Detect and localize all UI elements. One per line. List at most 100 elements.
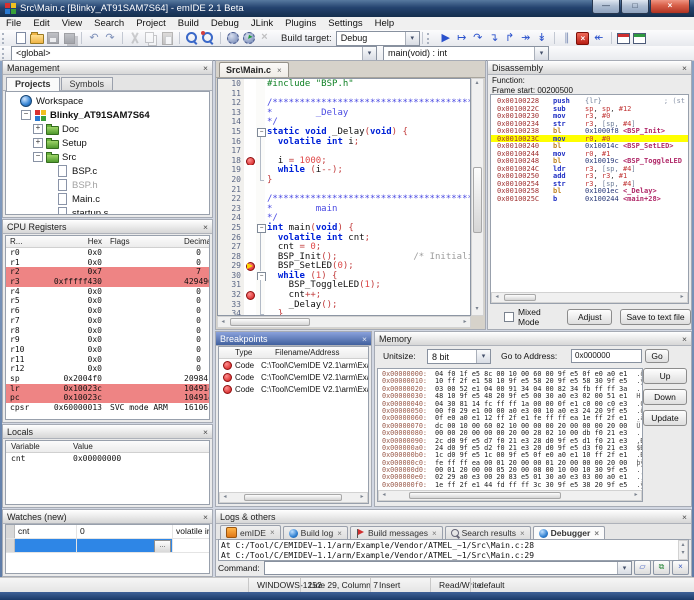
find-icon[interactable] bbox=[184, 31, 200, 45]
close-button[interactable]: × bbox=[650, 0, 690, 14]
memory-row-0x000000a0[interactable]: 0x000000a0:24 d0 9f e5 d2 f0 21 e3 20 d0… bbox=[378, 444, 642, 451]
register-row-sp[interactable]: sp0x2004f02098416 bbox=[6, 374, 209, 384]
register-row-lr[interactable]: lr0x10023c1049148 bbox=[6, 384, 209, 394]
save-to-text-file-button[interactable]: Save to text file bbox=[620, 309, 691, 325]
expand-icon[interactable]: + bbox=[33, 124, 43, 134]
tree-item-bsp-h[interactable]: BSP.h bbox=[6, 178, 209, 192]
code-line-16[interactable]: 16 volatile int i; bbox=[218, 137, 470, 147]
close-icon[interactable]: × bbox=[520, 529, 525, 538]
disasm-row-0x00100234[interactable]: 0x00100234strr3, [sp, #4] bbox=[491, 120, 688, 128]
scope-combo[interactable]: <global> ▾ bbox=[11, 46, 377, 61]
editor-hscrollbar[interactable]: ◂ ▸ bbox=[217, 316, 471, 328]
menu-plugins[interactable]: Plugins bbox=[279, 18, 322, 29]
memory-row-0x00000070[interactable]: 0x00000070:dc 00 10 00 60 02 10 00 00 00… bbox=[378, 422, 642, 429]
breakpoints-header[interactable]: Breakpoints × bbox=[216, 332, 371, 346]
close-icon[interactable]: × bbox=[682, 512, 687, 522]
command-input[interactable]: ▾ bbox=[264, 561, 632, 575]
logs-header[interactable]: Logs & others × bbox=[216, 510, 691, 524]
marker-margin[interactable] bbox=[244, 242, 256, 252]
memory-row-0x00000080[interactable]: 0x00000080:00 00 20 00 00 00 20 00 28 02… bbox=[378, 429, 642, 436]
marker-margin[interactable] bbox=[244, 252, 256, 262]
code-line-22[interactable]: 22/*************************************… bbox=[218, 194, 470, 204]
fold-margin[interactable] bbox=[256, 117, 265, 127]
menu-jlink[interactable]: JLink bbox=[245, 18, 279, 29]
marker-margin[interactable] bbox=[244, 261, 256, 271]
register-row-r8[interactable]: r80x00 bbox=[6, 326, 209, 336]
register-row-r1[interactable]: r10x00 bbox=[6, 258, 209, 268]
debugging-windows-icon[interactable] bbox=[616, 31, 632, 45]
register-row-pc[interactable]: pc0x10023c1049148 bbox=[6, 393, 209, 403]
breakpoint-row-1[interactable]: CodeC:\Tool\C\emIDE V2.1\arm\Example\Ven… bbox=[219, 359, 368, 371]
memory-row-0x000000c0[interactable]: 0x000000c0:fe ff ff ea 00 01 20 00 00 01… bbox=[378, 459, 642, 466]
register-row-r0[interactable]: r00x00 bbox=[6, 248, 209, 258]
column-header-variable[interactable]: Variable bbox=[6, 441, 73, 452]
command-load-icon[interactable]: ▱ bbox=[634, 560, 651, 575]
close-icon[interactable]: × bbox=[203, 512, 208, 522]
code-line-21[interactable]: 21 bbox=[218, 185, 470, 195]
disasm-row-0x00100250[interactable]: 0x00100250addr3, r3, #1 bbox=[491, 172, 688, 180]
fold-margin[interactable] bbox=[256, 194, 265, 204]
marker-margin[interactable] bbox=[244, 156, 256, 166]
maximize-button[interactable]: □ bbox=[621, 0, 649, 14]
new-file-icon[interactable] bbox=[13, 31, 29, 45]
redo-icon[interactable]: ↷ bbox=[102, 31, 118, 45]
fold-margin[interactable] bbox=[256, 300, 265, 310]
tree-item-bsp-c[interactable]: BSP.c bbox=[6, 164, 209, 178]
marker-margin[interactable] bbox=[244, 117, 256, 127]
run-to-cursor-icon[interactable]: ↦ bbox=[454, 31, 470, 45]
chevron-down-icon[interactable]: ▾ bbox=[476, 350, 490, 363]
info-windows-icon[interactable] bbox=[632, 31, 648, 45]
next-instruction-icon[interactable]: ↠ bbox=[518, 31, 534, 45]
disasm-row-0x00100248[interactable]: 0x00100248bl0x10019c <BSP_ToggleLED bbox=[491, 157, 688, 165]
replace-icon[interactable] bbox=[200, 31, 216, 45]
command-clear-icon[interactable]: × bbox=[672, 560, 689, 575]
memory-row-0x00000020[interactable]: 0x00000020:03 00 52 e1 04 00 91 34 04 00… bbox=[378, 385, 642, 392]
marker-margin[interactable] bbox=[244, 127, 256, 137]
menu-build[interactable]: Build bbox=[172, 18, 205, 29]
fold-margin[interactable] bbox=[256, 309, 265, 316]
close-icon[interactable]: × bbox=[270, 528, 275, 537]
marker-margin[interactable] bbox=[244, 194, 256, 204]
tab-emide[interactable]: emIDE× bbox=[220, 525, 281, 539]
tree-item-startup-s[interactable]: startup.s bbox=[6, 206, 209, 215]
close-icon[interactable]: × bbox=[682, 63, 687, 73]
disassembly-hscrollbar[interactable]: ◂ ▸ bbox=[491, 292, 688, 303]
disassembly-header[interactable]: Disassembly × bbox=[488, 61, 691, 75]
reset-debugger-icon[interactable]: ↞ bbox=[591, 31, 607, 45]
register-row-r12[interactable]: r120x00 bbox=[6, 364, 209, 374]
column-header-filename-address[interactable]: Filename/Address bbox=[275, 347, 368, 358]
code-line-24[interactable]: 24*/ bbox=[218, 213, 470, 223]
marker-margin[interactable] bbox=[244, 137, 256, 147]
minimize-button[interactable]: — bbox=[592, 0, 620, 14]
toolbar-grip[interactable] bbox=[2, 48, 9, 59]
marker-margin[interactable] bbox=[244, 185, 256, 195]
register-row-r11[interactable]: r110x00 bbox=[6, 355, 209, 365]
menu-debug[interactable]: Debug bbox=[205, 18, 245, 29]
next-line-icon[interactable]: ↷ bbox=[470, 31, 486, 45]
watch-row-cnt[interactable]: cnt0volatile int bbox=[6, 525, 209, 539]
step-into-instruction-icon[interactable]: ↡ bbox=[534, 31, 550, 45]
breakpoints-hscrollbar[interactable]: ◂ ▸ bbox=[219, 492, 368, 503]
column-header-type[interactable]: Type bbox=[219, 347, 275, 358]
marker-margin[interactable] bbox=[244, 98, 256, 108]
toolbar-grip[interactable] bbox=[2, 33, 9, 44]
menu-project[interactable]: Project bbox=[130, 18, 172, 29]
fold-margin[interactable] bbox=[256, 290, 265, 300]
marker-margin[interactable] bbox=[244, 165, 256, 175]
command-save-icon[interactable]: ⧉ bbox=[653, 560, 670, 575]
code-line-34[interactable]: 34 } bbox=[218, 309, 470, 316]
memory-row-0x00000050[interactable]: 0x00000050:00 f0 29 e1 00 00 a0 e3 00 10… bbox=[378, 407, 642, 414]
open-file-icon[interactable] bbox=[29, 31, 45, 45]
marker-margin[interactable] bbox=[244, 290, 256, 300]
menu-settings[interactable]: Settings bbox=[322, 18, 368, 29]
code-line-19[interactable]: 19 while (i--); bbox=[218, 165, 470, 175]
disasm-row-0x0010023C[interactable]: 0x0010023Cmovr0, #0 bbox=[491, 135, 688, 143]
log-vscrollbar[interactable]: ▴ ▾ bbox=[678, 540, 688, 560]
tab-symbols[interactable]: Symbols bbox=[61, 77, 114, 90]
fold-margin[interactable] bbox=[256, 108, 265, 118]
marker-margin[interactable] bbox=[244, 89, 256, 99]
stop-debugger-icon[interactable]: × bbox=[575, 31, 591, 45]
close-icon[interactable]: × bbox=[594, 529, 599, 538]
close-icon[interactable]: × bbox=[203, 222, 208, 232]
fold-margin[interactable] bbox=[256, 185, 265, 195]
